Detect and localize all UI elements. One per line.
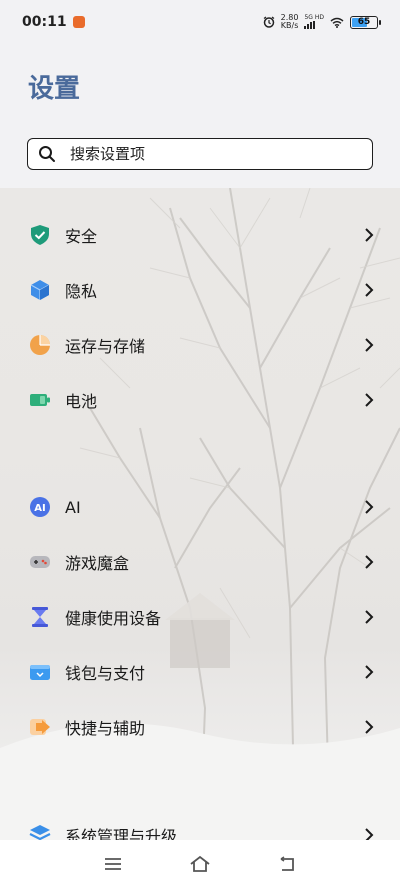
settings-item-game-box[interactable]: 游戏魔盒 — [0, 542, 400, 582]
status-bar: 00:11 2.80 KB/s 5G HD 65 — [0, 0, 400, 44]
back-icon — [280, 856, 294, 871]
settings-item-shortcuts[interactable]: 快捷与辅助 — [0, 707, 400, 747]
settings-item-battery[interactable]: 电池 — [0, 380, 400, 420]
storage-pie-icon — [30, 335, 50, 355]
chevron-right-icon — [365, 555, 374, 569]
svg-text:AI: AI — [34, 503, 45, 514]
settings-item-wallet[interactable]: 钱包与支付 — [0, 652, 400, 692]
back-button[interactable] — [276, 855, 298, 873]
settings-item-label: 电池 — [65, 392, 98, 411]
page-title: 设置 — [28, 74, 81, 104]
status-left: 00:11 — [22, 14, 85, 30]
chevron-right-icon — [365, 665, 374, 679]
ai-icon: AI — [30, 497, 50, 517]
shield-check-icon — [31, 225, 49, 245]
signal-bars-icon — [304, 21, 316, 29]
settings-item-label: 游戏魔盒 — [65, 554, 130, 573]
chevron-right-icon — [365, 500, 374, 514]
battery-icon — [30, 394, 50, 406]
search-box[interactable] — [27, 138, 373, 170]
menu-icon — [105, 858, 122, 870]
settings-item-storage[interactable]: 运存与存储 — [0, 325, 400, 365]
home-icon — [190, 855, 210, 872]
shortcut-icon — [30, 719, 50, 735]
wifi-icon — [330, 17, 344, 28]
settings-item-ai[interactable]: AI AI — [0, 487, 400, 527]
chevron-right-icon — [365, 283, 374, 297]
gamepad-icon — [30, 556, 50, 568]
settings-item-label: AI — [65, 497, 81, 517]
search-input[interactable] — [70, 145, 372, 163]
battery-level: 65 — [357, 17, 371, 27]
settings-item-label: 钱包与支付 — [65, 664, 146, 683]
settings-item-label: 快捷与辅助 — [65, 719, 146, 738]
settings-item-security[interactable]: 安全 — [0, 215, 400, 255]
chevron-right-icon — [365, 228, 374, 242]
chevron-right-icon — [365, 393, 374, 407]
battery-indicator: 65 — [350, 15, 381, 29]
status-right: 2.80 KB/s 5G HD 65 — [263, 14, 381, 30]
hourglass-icon — [32, 607, 48, 627]
cellular-signal: 5G HD — [304, 15, 324, 29]
settings-item-privacy[interactable]: 隐私 — [0, 270, 400, 310]
status-time: 00:11 — [22, 14, 67, 30]
alarm-icon — [263, 16, 275, 28]
wallet-icon — [30, 665, 50, 680]
settings-item-label: 运存与存储 — [65, 337, 146, 356]
search-icon — [39, 146, 55, 162]
chevron-right-icon — [365, 338, 374, 352]
net-speed: 2.80 KB/s — [281, 14, 299, 30]
settings-item-label: 安全 — [65, 227, 98, 246]
settings-item-label: 隐私 — [65, 282, 98, 301]
chevron-right-icon — [365, 720, 374, 734]
menu-button[interactable] — [102, 855, 124, 873]
privacy-cube-icon — [30, 280, 50, 300]
notification-icon — [72, 16, 85, 28]
home-button[interactable] — [189, 855, 211, 873]
navigation-bar — [0, 840, 400, 888]
chevron-right-icon — [365, 610, 374, 624]
settings-item-label: 健康使用设备 — [65, 609, 162, 628]
settings-item-digital-wellbeing[interactable]: 健康使用设备 — [0, 597, 400, 637]
net-speed-unit: KB/s — [280, 21, 299, 30]
